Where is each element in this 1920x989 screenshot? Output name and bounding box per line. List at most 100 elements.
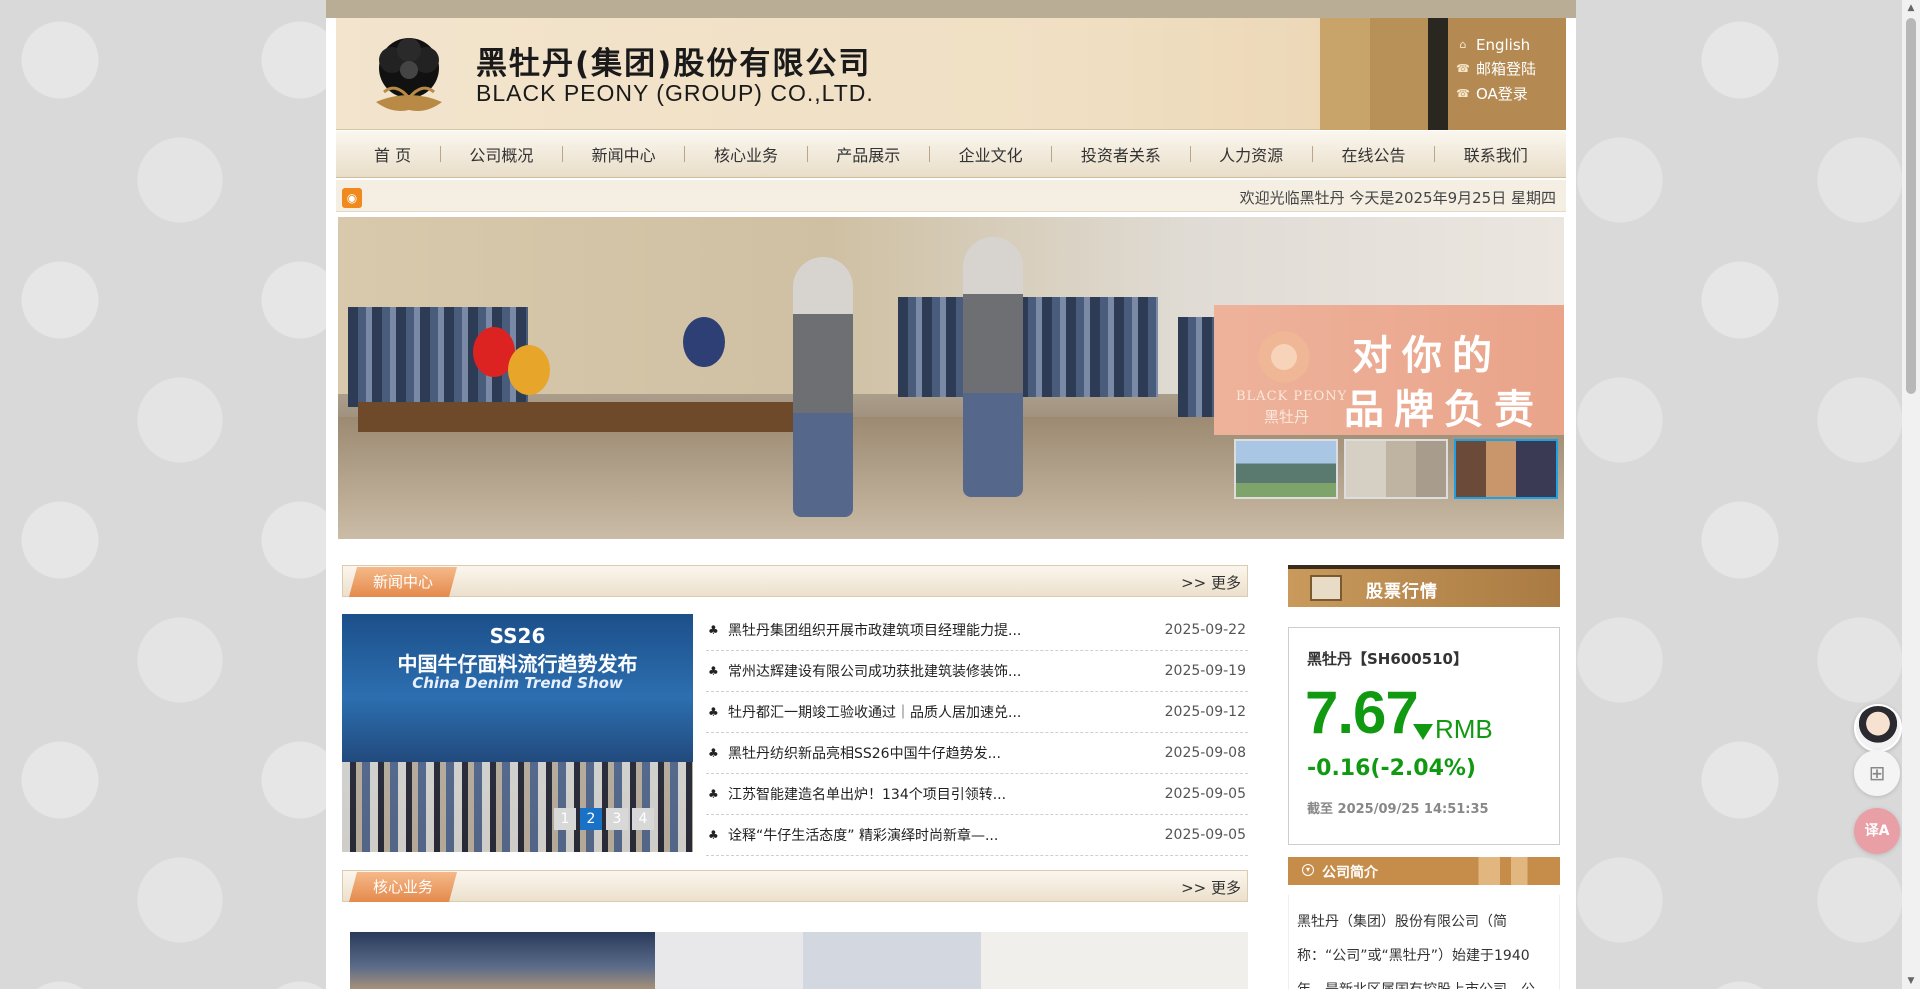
nav-item-products[interactable]: 产品展示 <box>818 142 918 166</box>
home-icon: ⌂ <box>1459 38 1467 51</box>
news-item[interactable]: ♣ 黑牡丹集团组织开展市政建筑项目经理能力提... 2025-09-22 <box>706 610 1248 651</box>
news-image-title-3: China Denim Trend Show <box>412 674 623 692</box>
apps-grid-icon[interactable]: ⊞ <box>1854 750 1900 796</box>
english-link[interactable]: ⌂ English <box>1456 36 1536 54</box>
banner-thumbnails <box>1234 439 1558 499</box>
nav-item-home[interactable]: 首 页 <box>356 142 429 166</box>
core-more-link[interactable]: >> 更多 <box>1181 877 1241 898</box>
nav-item-announcements[interactable]: 在线公告 <box>1323 142 1423 166</box>
site-header: 黑牡丹(集团)股份有限公司 BLACK PEONY (GROUP) CO.,LT… <box>336 18 1566 130</box>
news-item-date: 2025-09-12 <box>1164 704 1246 720</box>
peony-logo-icon[interactable] <box>366 32 452 118</box>
news-item-title[interactable]: 黑牡丹纺织新品亮相SS26中国牛仔趋势发... <box>728 743 1155 763</box>
banner-balloon <box>683 317 725 367</box>
hero-banner[interactable]: BLACK PEONY 黑牡丹 对你的 品牌负责 <box>338 217 1564 539</box>
core-section-title: 核心业务 <box>349 872 457 902</box>
rss-icon[interactable]: ◉ <box>342 188 362 208</box>
news-image-title-1: SS26 <box>489 624 546 648</box>
nav-divider <box>1434 146 1436 162</box>
banner-slogan-line1: 对你的 <box>1352 332 1502 379</box>
peony-flower-icon <box>1254 327 1314 387</box>
banner-balloon <box>508 345 550 395</box>
news-section-title: 新闻中心 <box>349 567 457 597</box>
news-item-title[interactable]: 常州达辉建设有限公司成功获批建筑装修装饰... <box>728 661 1155 681</box>
news-image-pager: 1 2 3 4 <box>554 808 654 830</box>
oa-login-link[interactable]: ☎ OA登录 <box>1456 83 1536 104</box>
news-item[interactable]: ♣ 黑牡丹纺织新品亮相SS26中国牛仔趋势发... 2025-09-08 <box>706 733 1248 774</box>
pager-page-1[interactable]: 1 <box>554 808 576 830</box>
peony-bullet-icon: ♣ <box>708 623 719 637</box>
news-item[interactable]: ♣ 常州达辉建设有限公司成功获批建筑装修装饰... 2025-09-19 <box>706 651 1248 692</box>
banner-brand-en: BLACK PEONY <box>1236 389 1348 404</box>
pager-page-2[interactable]: 2 <box>580 808 602 830</box>
news-item-title[interactable]: 江苏智能建造名单出炉！134个项目引领转... <box>728 784 1155 804</box>
scroll-down-icon[interactable]: ▼ <box>1905 975 1917 987</box>
banner-clothes-rack <box>898 297 1158 397</box>
news-image-crowd <box>342 762 693 852</box>
nav-divider <box>684 146 686 162</box>
news-item-title[interactable]: 牡丹都汇一期竣工验收通过｜品质人居加速兑... <box>728 702 1155 722</box>
nav-divider <box>1051 146 1053 162</box>
core-image-city <box>350 932 655 989</box>
nav-item-hr[interactable]: 人力资源 <box>1201 142 1301 166</box>
header-right-panel: ⌂ English ☎ 邮箱登陆 ☎ OA登录 <box>1320 18 1566 130</box>
core-business-image[interactable] <box>350 932 1248 989</box>
stock-timestamp: 截至 2025/09/25 14:51:35 <box>1307 802 1489 817</box>
banner-brand-cn: 黑牡丹 <box>1264 408 1310 426</box>
assistant-avatar-icon[interactable] <box>1854 704 1902 752</box>
scrollbar-thumb[interactable] <box>1906 18 1916 394</box>
nav-divider <box>439 146 441 162</box>
news-item[interactable]: ♣ 江苏智能建造名单出炉！134个项目引领转... 2025-09-05 <box>706 774 1248 815</box>
news-item-date: 2025-09-22 <box>1164 622 1246 638</box>
peony-bullet-icon: ♣ <box>708 787 719 801</box>
core-image-fashion <box>655 932 1248 989</box>
nav-item-contact[interactable]: 联系我们 <box>1446 142 1546 166</box>
banner-thumb-1[interactable] <box>1234 439 1338 499</box>
news-list: ♣ 黑牡丹集团组织开展市政建筑项目经理能力提... 2025-09-22 ♣ 常… <box>706 610 1248 856</box>
banner-slogan-line2: 品牌负责 <box>1344 386 1544 433</box>
page: 黑牡丹(集团)股份有限公司 BLACK PEONY (GROUP) CO.,LT… <box>326 0 1576 989</box>
chevron-down-icon: ▾ <box>1302 864 1314 876</box>
pager-page-4[interactable]: 4 <box>632 808 654 830</box>
translate-button[interactable]: 译A <box>1854 808 1900 854</box>
banner-mannequin <box>793 257 853 517</box>
oa-login-label: OA登录 <box>1475 85 1528 103</box>
nav-item-core-business[interactable]: 核心业务 <box>696 142 796 166</box>
core-section-header: 核心业务 >> 更多 <box>342 870 1248 902</box>
banner-display-table <box>358 402 828 432</box>
nav-item-about[interactable]: 公司概况 <box>451 142 551 166</box>
phone-icon: ☎ <box>1456 86 1470 100</box>
mail-login-link[interactable]: ☎ 邮箱登陆 <box>1456 58 1536 79</box>
news-item-title[interactable]: 诠释“牛仔生活态度” 精彩演绎时尚新章—... <box>728 825 1155 845</box>
intro-text: 黑牡丹（集团）股份有限公司（简称：“公司”或“黑牡丹”）始建于1940年，是新北… <box>1288 895 1560 989</box>
page-scrollbar[interactable]: ▲ ▼ <box>1902 0 1920 989</box>
news-item-date: 2025-09-05 <box>1164 827 1246 843</box>
down-arrow-icon <box>1413 724 1433 740</box>
info-bar: ◉ 欢迎光临黑牡丹 今天是2025年9月25日 星期四 <box>336 180 1566 212</box>
news-item-date: 2025-09-08 <box>1164 745 1246 761</box>
nav-item-news[interactable]: 新闻中心 <box>574 142 674 166</box>
news-featured-image[interactable]: SS26 中国牛仔面料流行趋势发布 China Denim Trend Show… <box>342 614 693 852</box>
nav-divider <box>1189 146 1191 162</box>
nav-item-culture[interactable]: 企业文化 <box>941 142 1041 166</box>
welcome-text: 欢迎光临黑牡丹 今天是2025年9月25日 星期四 <box>1239 189 1556 207</box>
news-section-header: 新闻中心 >> 更多 <box>342 565 1248 597</box>
news-item-date: 2025-09-05 <box>1164 786 1246 802</box>
banner-thumb-3[interactable] <box>1454 439 1558 499</box>
banner-mannequin <box>963 237 1023 497</box>
top-strip <box>326 0 1576 18</box>
pager-page-3[interactable]: 3 <box>606 808 628 830</box>
peony-bullet-icon: ♣ <box>708 746 719 760</box>
nav-item-investors[interactable]: 投资者关系 <box>1063 142 1179 166</box>
stock-change: -0.16(-2.04%) <box>1307 756 1476 781</box>
news-item-title[interactable]: 黑牡丹集团组织开展市政建筑项目经理能力提... <box>728 620 1155 640</box>
news-item[interactable]: ♣ 牡丹都汇一期竣工验收通过｜品质人居加速兑... 2025-09-12 <box>706 692 1248 733</box>
news-item[interactable]: ♣ 诠释“牛仔生活态度” 精彩演绎时尚新章—... 2025-09-05 <box>706 815 1248 856</box>
news-more-link[interactable]: >> 更多 <box>1181 572 1241 593</box>
scroll-up-icon[interactable]: ▲ <box>1905 2 1917 14</box>
banner-brand-card: BLACK PEONY 黑牡丹 对你的 品牌负责 <box>1214 305 1564 435</box>
nav-divider <box>928 146 930 162</box>
nav-divider <box>806 146 808 162</box>
banner-thumb-2[interactable] <box>1344 439 1448 499</box>
nav-divider <box>562 146 564 162</box>
